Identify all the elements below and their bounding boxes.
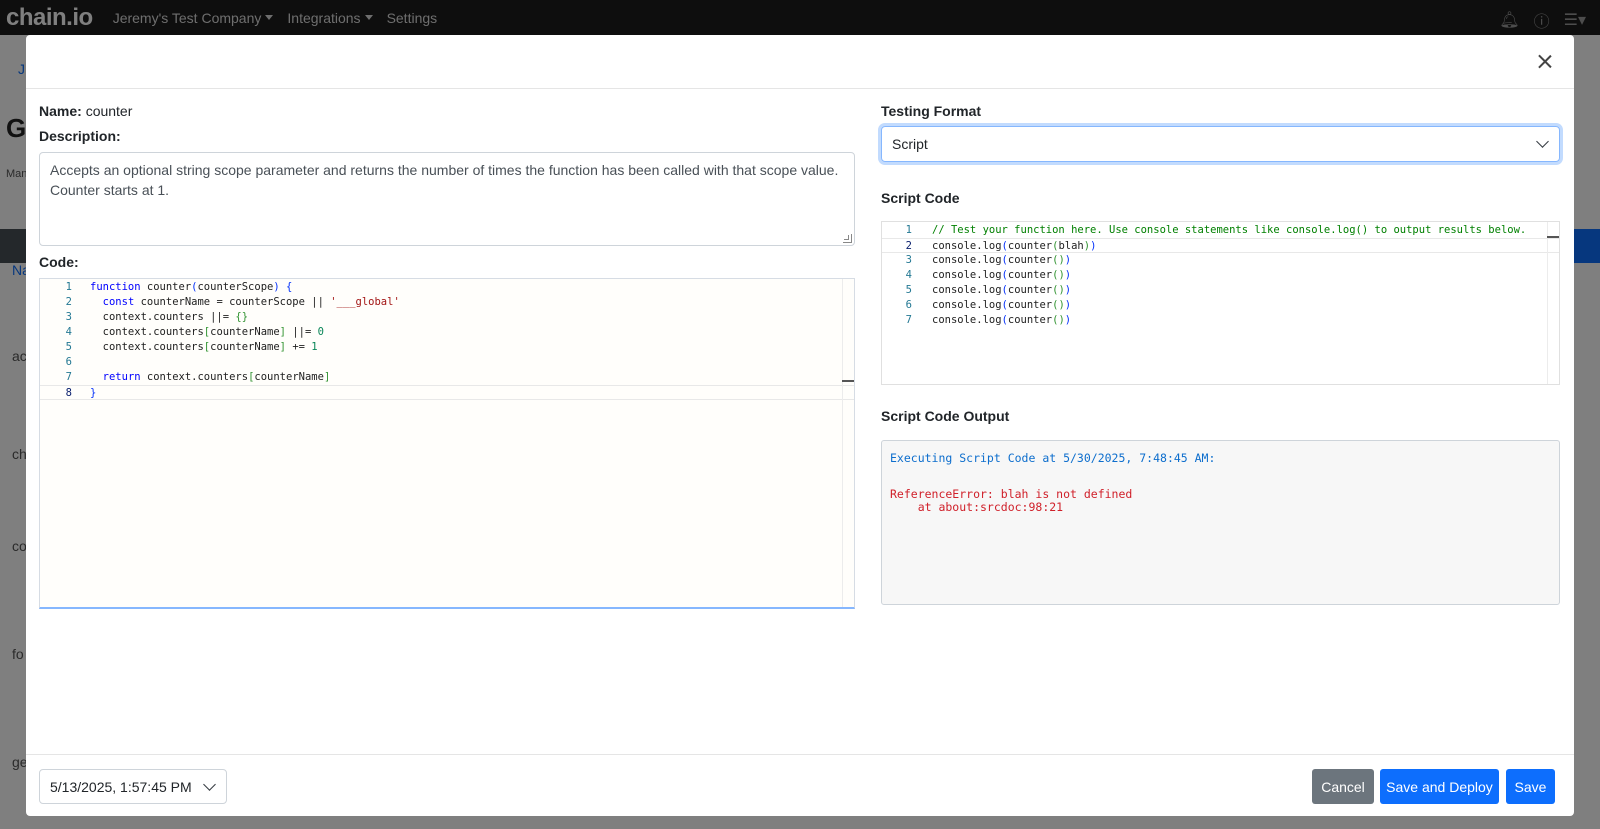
script-output-console: Executing Script Code at 5/30/2025, 7:48… [881, 440, 1560, 605]
description-text: Accepts an optional string scope paramet… [50, 162, 839, 198]
resize-handle[interactable] [843, 234, 852, 243]
close-icon[interactable] [1534, 51, 1556, 73]
script-scrollbar[interactable] [1547, 222, 1559, 384]
output-info-line: Executing Script Code at 5/30/2025, 7:48… [890, 451, 1216, 465]
code-line: 4 context.counters[counterName] ||= 0 [65, 326, 324, 338]
modal-footer: 5/13/2025, 1:57:45 PM Cancel Save and De… [26, 754, 1574, 816]
code-line: 2 const counterName = counterScope || '_… [65, 296, 400, 308]
script-line: 4 console.log(counter()) [905, 269, 1072, 281]
script-code-editor[interactable]: 1// Test your function here. Use console… [881, 221, 1560, 385]
cancel-button[interactable]: Cancel [1312, 769, 1374, 804]
edit-function-modal: Name: counter Description: Accepts an op… [26, 35, 1574, 816]
description-label: Description: [39, 128, 121, 144]
save-and-deploy-button[interactable]: Save and Deploy [1380, 769, 1499, 804]
name-label: Name: [39, 103, 82, 119]
function-details: Name: counter Description: Accepts an op… [39, 103, 855, 609]
script-output-label: Script Code Output [881, 408, 1010, 424]
script-line-active: 2 console.log(counter(blah)) [882, 238, 1559, 253]
code-line: 7 return context.counters[counterName] [65, 371, 331, 383]
output-error-text: ReferenceError: blah is not defined at a… [890, 487, 1133, 514]
code-line: 6 [65, 356, 72, 368]
script-line: 5 console.log(counter()) [905, 284, 1072, 296]
modal-header [26, 35, 1574, 89]
description-textarea[interactable]: Accepts an optional string scope paramet… [39, 152, 855, 246]
code-editor[interactable]: 1 function counter(counterScope) { 2 cons… [39, 278, 855, 609]
chevron-down-icon [203, 778, 216, 791]
code-line: 1 function counter(counterScope) { [65, 281, 293, 293]
script-line: 6 console.log(counter()) [905, 299, 1072, 311]
testing-panel: Testing Format Script Script Code 1// Te… [881, 103, 1560, 605]
scroll-marker [1547, 236, 1559, 238]
code-label: Code: [39, 254, 79, 270]
script-line: 3 console.log(counter()) [905, 254, 1072, 266]
testing-format-value: Script [892, 136, 928, 152]
testing-format-label: Testing Format [881, 103, 982, 119]
code-scrollbar[interactable] [842, 279, 854, 607]
version-select[interactable]: 5/13/2025, 1:57:45 PM [39, 769, 227, 804]
script-line: 1// Test your function here. Use console… [905, 224, 1527, 236]
script-code-label: Script Code [881, 190, 960, 206]
scroll-marker [842, 380, 854, 382]
code-line: 3 context.counters ||= {} [65, 311, 249, 323]
name-value: counter [85, 103, 133, 119]
testing-format-select[interactable]: Script [881, 126, 1560, 162]
script-line: 7 console.log(counter()) [905, 314, 1072, 326]
code-line-active: 8} [40, 385, 854, 400]
save-button[interactable]: Save [1506, 769, 1555, 804]
code-line: 5 context.counters[counterName] += 1 [65, 341, 318, 353]
version-value: 5/13/2025, 1:57:45 PM [50, 778, 192, 795]
chevron-down-icon [1536, 135, 1549, 148]
name-row: Name: counter [39, 103, 855, 123]
